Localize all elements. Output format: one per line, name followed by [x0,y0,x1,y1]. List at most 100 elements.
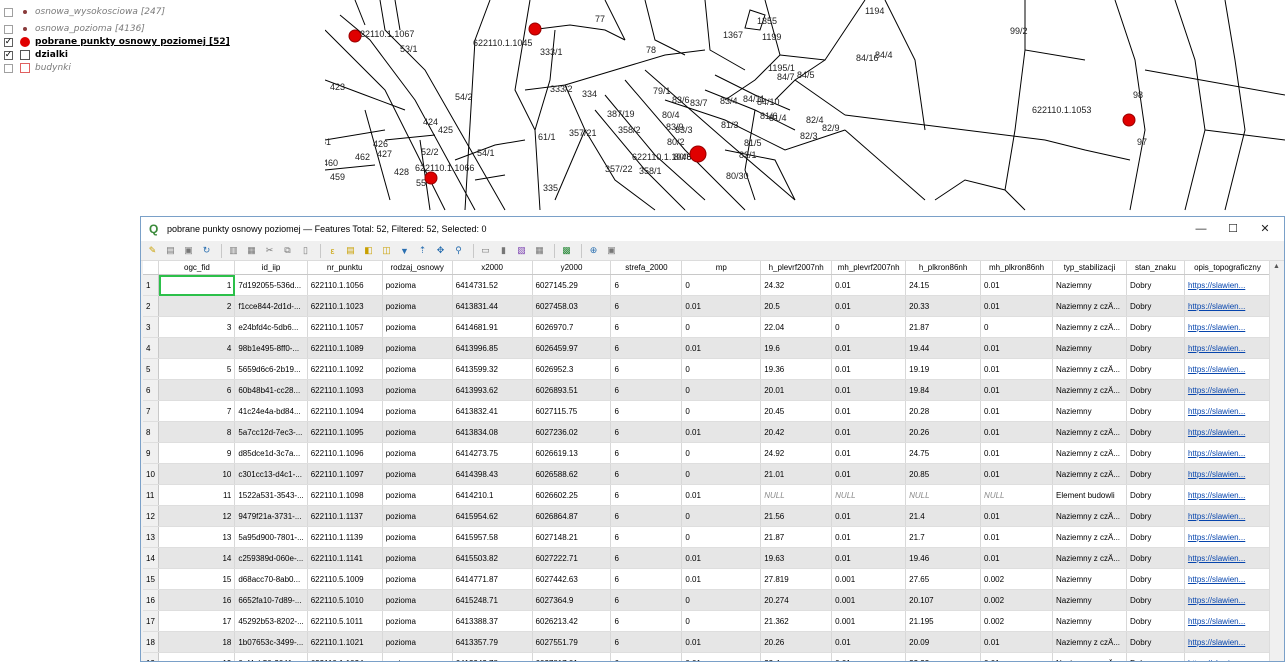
select-all-icon[interactable]: ▤ [343,243,358,258]
filter-icon[interactable]: ▼ [397,243,412,258]
table-row[interactable]: 18 18 1b07653c-3499-... 622110.1.1021 poziom… [143,631,1271,653]
table-cell[interactable]: 6027458.03 [532,295,612,317]
table-cell[interactable]: 60b48b41-cc28... [234,379,308,401]
table-cell[interactable]: 20.28 [905,400,982,422]
table-cell[interactable]: 0.01 [980,631,1053,653]
table-cell[interactable]: 6026970.7 [532,316,612,338]
table-cell[interactable]: 19.6 [760,337,833,359]
column-header[interactable]: h_plevrf2007nh [760,261,833,275]
column-header[interactable]: ogc_fid [158,261,236,275]
row-header[interactable]: 15 [143,568,160,590]
table-cell[interactable]: 6027236.02 [532,421,612,443]
table-cell[interactable]: https://slawien... [1184,295,1271,317]
table-cell[interactable]: 7 [158,400,236,422]
table-cell[interactable]: Dobry [1126,484,1185,506]
table-cell[interactable]: 0ef4ab50-2041-... [234,652,308,661]
table-cell[interactable]: 19.36 [760,358,833,380]
row-header[interactable]: 6 [143,379,160,401]
table-cell[interactable]: 6 [610,379,683,401]
table-cell[interactable]: 0 [681,526,762,548]
select-by-expression-icon[interactable]: ε [325,243,340,258]
table-cell[interactable]: 0.01 [831,379,907,401]
table-cell[interactable]: Dobry [1126,568,1185,590]
vertical-scrollbar[interactable]: ▲ [1269,261,1284,661]
table-row[interactable]: 8 8 5a7cc12d-7ec3-... 622110.1.1095 pozioma 6… [143,421,1271,443]
table-cell[interactable]: 6 [610,463,683,485]
table-cell[interactable]: 0.001 [831,568,907,590]
table-cell[interactable]: Naziemny z czÄ... [1052,652,1127,661]
table-cell[interactable]: 19.63 [760,547,833,569]
cut-icon[interactable]: ✂ [262,243,277,258]
table-cell[interactable]: 0.01 [831,631,907,653]
table-cell[interactable]: 6027148.21 [532,526,612,548]
table-cell[interactable]: 6415503.82 [452,547,533,569]
table-cell[interactable]: https://slawien... [1184,631,1271,653]
table-cell[interactable]: 622110.1.1056 [307,274,383,296]
table-cell[interactable]: 6 [610,400,683,422]
table-cell[interactable]: 3 [158,316,236,338]
table-cell[interactable]: 20.01 [760,379,833,401]
table-cell[interactable]: 15 [158,568,236,590]
table-cell[interactable]: 0.01 [831,526,907,548]
table-cell[interactable]: 622110.1.1093 [307,379,383,401]
table-cell[interactable]: 622110.5.1010 [307,589,383,611]
table-cell[interactable]: 0.01 [980,337,1053,359]
copy-icon[interactable]: ⧉ [280,243,295,258]
table-cell[interactable]: 0 [831,316,907,338]
table-cell[interactable]: 6027222.71 [532,547,612,569]
row-header[interactable]: 16 [143,589,160,611]
table-cell[interactable]: 6026602.25 [532,484,612,506]
table-cell[interactable]: 1522a531-3543-... [234,484,308,506]
new-field-icon[interactable]: ▭ [478,243,493,258]
save-edits-icon[interactable]: ▣ [181,243,196,258]
column-header[interactable]: x2000 [452,261,533,275]
table-cell[interactable]: 0 [681,379,762,401]
table-cell[interactable]: 45292b53-8202-... [234,610,308,632]
table-cell[interactable]: 24.75 [905,442,982,464]
table-cell[interactable]: Dobry [1126,547,1185,569]
table-cell[interactable]: 6652fa10-7d89-... [234,589,308,611]
table-cell[interactable]: 24.92 [760,442,833,464]
table-cell[interactable]: 7d192055-536d... [234,274,308,296]
table-cell[interactable]: 0 [681,505,762,527]
table-cell[interactable]: 19.84 [905,379,982,401]
table-cell[interactable]: 6413993.62 [452,379,533,401]
table-cell[interactable]: 21.4 [905,505,982,527]
table-cell[interactable]: NULL [831,484,907,506]
table-cell[interactable]: 0 [681,316,762,338]
table-cell[interactable]: 6415248.71 [452,589,533,611]
table-cell[interactable]: 6026864.87 [532,505,612,527]
table-cell[interactable]: 16 [158,589,236,611]
table-cell[interactable]: 622110.1.1023 [307,295,383,317]
table-cell[interactable]: 21.87 [760,526,833,548]
table-cell[interactable]: Dobry [1126,379,1185,401]
table-row[interactable]: 3 3 e24bfd4c-5db6... 622110.1.1057 pozioma 64… [143,316,1271,338]
delete-feature-icon[interactable]: ▦ [244,243,259,258]
table-cell[interactable]: pozioma [382,442,453,464]
table-row[interactable]: 1 1 7d192055-536d... 622110.1.1056 pozioma 64… [143,274,1271,296]
row-header[interactable]: 4 [143,337,160,359]
table-cell[interactable]: Dobry [1126,610,1185,632]
layer-row[interactable]: ✓ pobrane punkty osnowy poziomej [52] [4,36,230,48]
table-cell[interactable]: 0.002 [980,568,1053,590]
table-cell[interactable]: 6026952.3 [532,358,612,380]
table-cell[interactable]: 6026459.97 [532,337,612,359]
table-cell[interactable]: Naziemny [1052,589,1127,611]
table-cell[interactable]: 9 [158,442,236,464]
table-cell[interactable]: 0.01 [980,526,1053,548]
table-cell[interactable]: 5 [158,358,236,380]
table-cell[interactable]: Naziemny [1052,610,1127,632]
table-cell[interactable]: 6413834.08 [452,421,533,443]
table-cell[interactable]: pozioma [382,589,453,611]
table-cell[interactable]: c301cc13-d4c1-... [234,463,308,485]
table-row[interactable]: 13 13 5a95d900-7801-... 622110.1.1139 poziom… [143,526,1271,548]
column-header[interactable]: rodzaj_osnowy [382,261,453,275]
table-cell[interactable]: 20.26 [760,631,833,653]
close-button[interactable]: ✕ [1250,221,1280,237]
table-cell[interactable]: Naziemny [1052,568,1127,590]
table-cell[interactable]: Dobry [1126,295,1185,317]
table-cell[interactable]: 6 [610,589,683,611]
table-cell[interactable]: 0.01 [980,358,1053,380]
table-cell[interactable]: 6415954.62 [452,505,533,527]
row-header[interactable]: 18 [143,631,160,653]
